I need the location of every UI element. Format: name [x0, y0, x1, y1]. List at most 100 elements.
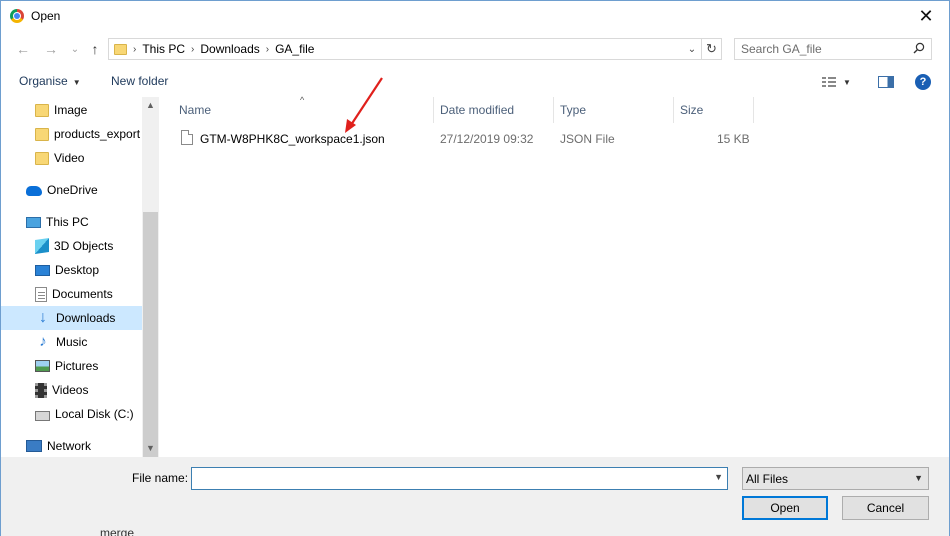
sidebar-item-label: This PC — [46, 215, 89, 229]
sidebar-item-image[interactable]: Image — [1, 98, 142, 122]
details-view-icon — [822, 77, 836, 87]
chevron-down-icon: ▼ — [72, 78, 81, 87]
file-list: ^ Name Date modified Type Size GTM-W8PHK… — [161, 95, 949, 457]
file-name-input[interactable] — [192, 468, 707, 489]
sidebar-item-desktop[interactable]: Desktop — [1, 258, 142, 282]
sidebar-item-label: Videos — [52, 383, 89, 397]
network-icon — [26, 440, 42, 452]
new-folder-button[interactable]: New folder — [111, 74, 168, 88]
navigation-scrollbar[interactable]: ▲ ▼ — [142, 97, 159, 458]
chrome-icon — [10, 9, 24, 23]
folder-icon — [35, 151, 49, 165]
sidebar-item-label: Music — [56, 335, 88, 349]
3d-objects-icon — [35, 238, 49, 254]
sidebar-item-label: OneDrive — [47, 183, 98, 197]
videos-icon — [35, 382, 47, 398]
annotation-arrow-icon — [345, 77, 383, 133]
file-name-combobox[interactable]: ▼ — [191, 467, 728, 490]
chevron-down-icon[interactable]: ▼ — [714, 472, 723, 482]
close-button[interactable]: ✕ — [903, 1, 949, 32]
chevron-down-icon: ▼ — [914, 473, 923, 483]
breadcrumb-separator-icon: › — [265, 43, 270, 55]
open-file-dialog: Open ✕ ← → ⌄ ↑ › This PC › Downloads › G… — [0, 0, 950, 536]
up-button[interactable]: ↑ — [85, 39, 105, 59]
sidebar-item-network[interactable]: Network — [1, 434, 142, 457]
column-header-type[interactable]: Type — [554, 97, 674, 123]
sidebar-item-documents[interactable]: Documents — [1, 282, 142, 306]
chevron-down-icon: ▼ — [843, 77, 851, 87]
title-bar: Open ✕ — [1, 1, 949, 32]
sidebar-item-videos[interactable]: Videos — [1, 378, 142, 402]
file-type-value: All Files — [746, 472, 789, 486]
sidebar-item-label: 3D Objects — [54, 239, 114, 253]
change-view-button[interactable]: ▼ — [821, 73, 861, 91]
onedrive-icon — [26, 186, 42, 196]
sidebar-item-local-disk[interactable]: Local Disk (C:) — [1, 402, 142, 426]
forward-button[interactable]: → — [41, 39, 61, 59]
breadcrumb-separator-icon: › — [191, 43, 195, 55]
address-bar[interactable]: › This PC › Downloads › GA_file ⌄ ↻ — [108, 38, 722, 60]
dialog-footer: File name: ▼ All Files ▼ Open Cancel — [1, 457, 949, 536]
address-dropdown-icon[interactable]: ⌄ — [683, 44, 701, 55]
breadcrumb-ga-file[interactable]: GA_file — [275, 42, 314, 56]
file-date-modified: 27/12/2019 09:32 — [440, 132, 534, 146]
back-button[interactable]: ← — [13, 39, 33, 59]
open-button[interactable]: Open — [742, 496, 828, 520]
desktop-icon — [35, 264, 50, 276]
sidebar-item-label: Local Disk (C:) — [55, 407, 134, 421]
local-disk-icon — [35, 410, 50, 421]
recent-locations-button[interactable]: ⌄ — [65, 39, 85, 59]
help-icon[interactable]: ? — [915, 74, 931, 90]
file-row[interactable]: GTM-W8PHK8C_workspace1.json 27/12/2019 0… — [161, 128, 761, 150]
sidebar-item-label: Video — [54, 151, 85, 165]
sidebar-item-video[interactable]: Video — [1, 146, 142, 170]
sidebar-item-label: Pictures — [55, 359, 99, 373]
file-name-label: File name: — [132, 471, 189, 485]
folder-icon — [35, 103, 49, 117]
search-icon[interactable] — [913, 42, 925, 54]
column-header-size[interactable]: Size — [674, 97, 754, 123]
refresh-icon[interactable]: ↻ — [701, 39, 721, 59]
json-file-icon — [181, 130, 193, 145]
sidebar-item-label: Downloads — [56, 311, 116, 325]
breadcrumb-downloads[interactable]: Downloads — [200, 42, 259, 56]
sidebar-item-this-pc[interactable]: This PC — [1, 210, 142, 234]
documents-icon — [35, 286, 47, 302]
sidebar-item-pictures[interactable]: Pictures — [1, 354, 142, 378]
file-size: 15 KB — [717, 132, 750, 146]
pictures-icon — [35, 360, 50, 372]
file-type-select[interactable]: All Files ▼ — [742, 467, 929, 490]
dialog-title: Open — [31, 9, 61, 23]
navigation-pane: Image products_export Video OneDrive Thi… — [1, 97, 159, 457]
sidebar-item-label: Desktop — [55, 263, 100, 277]
cancel-button[interactable]: Cancel — [842, 496, 929, 520]
folder-icon — [35, 127, 49, 141]
sidebar-item-onedrive[interactable]: OneDrive — [1, 178, 142, 202]
breadcrumb-this-pc[interactable]: This PC — [142, 42, 185, 56]
folder-icon — [114, 43, 127, 55]
column-header-name[interactable]: Name — [173, 97, 434, 123]
organise-button[interactable]: Organise ▼ — [19, 74, 81, 88]
sidebar-item-music[interactable]: ♪ Music — [1, 330, 142, 354]
sidebar-item-downloads[interactable]: ↓ Downloads — [1, 306, 142, 330]
sidebar-item-label: products_export — [54, 127, 141, 141]
sidebar-item-label: Network — [47, 439, 92, 453]
sidebar-item-products-export[interactable]: products_export — [1, 122, 142, 146]
sidebar-item-label: Documents — [52, 287, 113, 301]
music-icon: ♪ — [39, 333, 47, 350]
sidebar-item-3d-objects[interactable]: 3D Objects — [1, 234, 142, 258]
organise-label: Organise — [19, 74, 68, 88]
command-bar: Organise ▼ New folder ▼ ? — [1, 67, 949, 97]
scroll-up-icon[interactable]: ▲ — [142, 97, 159, 114]
scrollbar-thumb[interactable] — [143, 212, 158, 458]
scroll-down-icon[interactable]: ▼ — [142, 440, 159, 457]
navigation-row: ← → ⌄ ↑ › This PC › Downloads › GA_file … — [1, 35, 949, 63]
search-box[interactable] — [734, 38, 932, 60]
file-type: JSON File — [560, 132, 615, 146]
downloads-icon: ↓ — [39, 309, 47, 326]
background-window-text: merge — [100, 526, 135, 536]
search-input[interactable] — [735, 39, 905, 59]
breadcrumb-separator-icon: › — [133, 43, 137, 55]
preview-pane-icon[interactable] — [878, 76, 894, 88]
column-header-date-modified[interactable]: Date modified — [434, 97, 554, 123]
